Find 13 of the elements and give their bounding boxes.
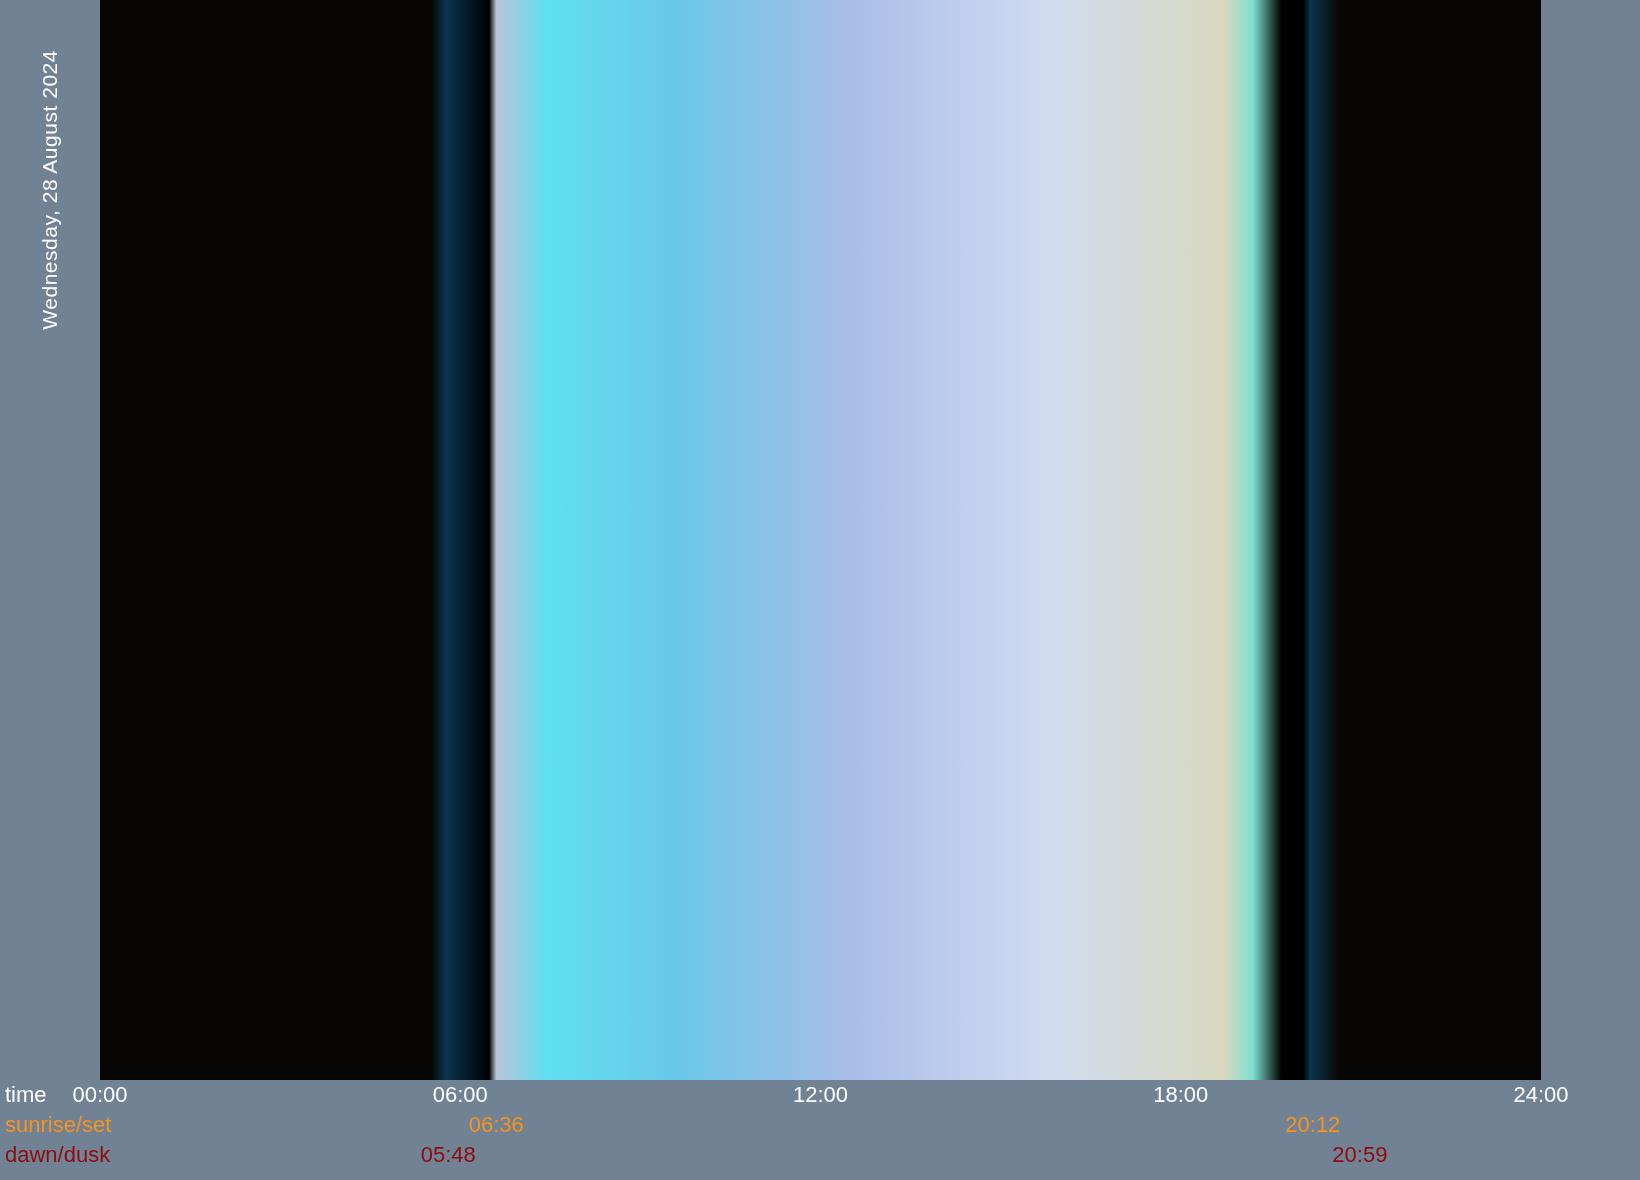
time-label: 20:59 bbox=[1332, 1141, 1388, 1169]
row-label: dawn/dusk bbox=[5, 1141, 111, 1169]
time-label: 00:00 bbox=[72, 1081, 128, 1109]
time-label: 05:48 bbox=[420, 1141, 476, 1169]
row-label: time bbox=[5, 1081, 47, 1109]
row-label: sunrise/set bbox=[5, 1111, 112, 1139]
date-label: Wednesday, 28 August 2024 bbox=[37, 50, 63, 330]
time-label: 06:00 bbox=[432, 1081, 488, 1109]
time-label: 20:12 bbox=[1285, 1111, 1341, 1139]
time-label: 24:00 bbox=[1513, 1081, 1569, 1109]
time-label: 12:00 bbox=[792, 1081, 849, 1109]
time-label: 06:36 bbox=[468, 1111, 524, 1139]
time-label: 18:00 bbox=[1153, 1081, 1209, 1109]
